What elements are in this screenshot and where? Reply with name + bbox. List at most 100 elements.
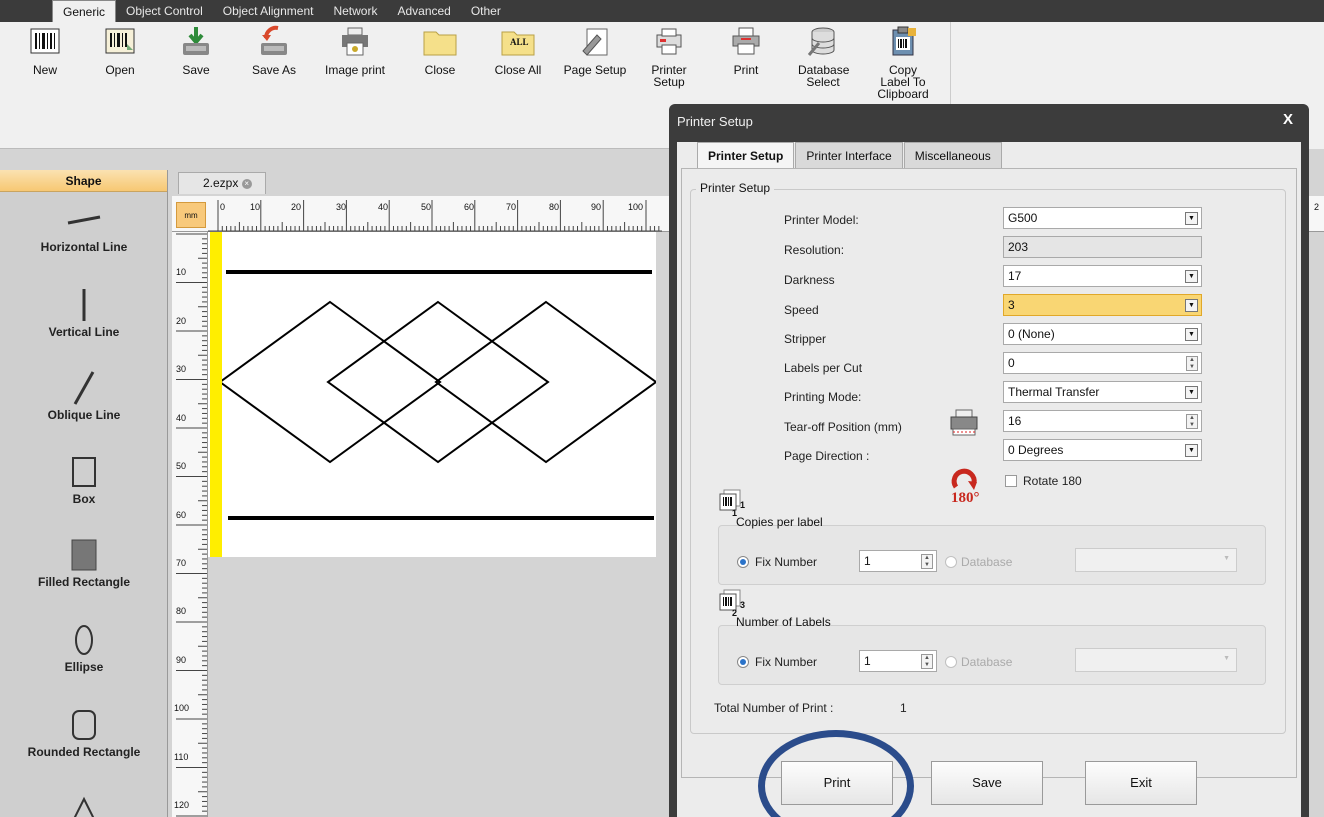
shape-box[interactable]: Box <box>0 452 167 506</box>
label-diamond-left <box>218 300 442 464</box>
copy-label-button[interactable]: Copy Label To Clipboard <box>868 24 938 100</box>
labels-per-cut-input[interactable]: 0 ▲ ▼ <box>1003 352 1202 374</box>
printer-setup-label: Printer Setup <box>651 63 687 89</box>
copies-group: Fix Number 1 ▲ ▼ Database ▼ <box>718 525 1266 585</box>
copy-label-label: Copy Label To Clipboard <box>877 63 929 101</box>
save-as-icon <box>257 24 291 58</box>
tab-printer-interface[interactable]: Printer Interface <box>795 142 903 168</box>
ruler-left-tick: 30 <box>176 364 187 374</box>
ruler-top-tick: 40 <box>378 202 389 212</box>
menu-tab-other[interactable]: Other <box>461 0 511 22</box>
menu-tab-object-alignment[interactable]: Object Alignment <box>213 0 324 22</box>
save-as-label: Save As <box>251 63 297 77</box>
ruler-top-edge-tick: 2 <box>1314 202 1320 212</box>
stripper-label: Stripper <box>784 332 827 346</box>
database-select-button[interactable]: Database Select <box>788 24 858 88</box>
printer-setup-button[interactable]: Printer Setup <box>634 24 704 88</box>
labels-group-title: Number of Labels <box>736 615 831 629</box>
label-canvas[interactable] <box>208 232 656 557</box>
shape-triangle[interactable] <box>0 790 167 817</box>
menu-tab-generic[interactable]: Generic <box>52 0 117 22</box>
shape-oblique-line[interactable]: Oblique Line <box>0 368 167 422</box>
stripper-value: 0 (None) <box>1008 327 1055 341</box>
copies-group-title: Copies per label <box>736 515 823 529</box>
ruler-left-tick: 20 <box>176 316 187 326</box>
tab-printer-setup[interactable]: Printer Setup <box>697 142 795 168</box>
tear-off-input[interactable]: 16 ▲ ▼ <box>1003 410 1202 432</box>
ruler-left-tick: 40 <box>176 413 187 423</box>
close-icon[interactable]: X <box>1283 111 1293 128</box>
close-button[interactable]: Close <box>405 24 475 76</box>
rotate-180-checkbox[interactable] <box>1005 475 1017 487</box>
ruler-top-tick: 80 <box>549 202 560 212</box>
shape-ellipse[interactable]: Ellipse <box>0 620 167 674</box>
chevron-down-icon[interactable]: ▼ <box>1185 212 1198 225</box>
chevron-down-icon[interactable]: ▼ <box>1185 299 1198 312</box>
chevron-down-icon[interactable]: ▼ <box>1185 270 1198 283</box>
page-direction-label: Page Direction : <box>784 449 870 463</box>
menu-tab-network[interactable]: Network <box>323 0 387 22</box>
ruler-top-tick: 30 <box>336 202 347 212</box>
close-tab-icon[interactable]: × <box>241 178 252 189</box>
menu-tab-object-control[interactable]: Object Control <box>116 0 213 22</box>
chevron-down-icon[interactable]: ▼ <box>1185 328 1198 341</box>
copies-database-select[interactable]: ▼ <box>1075 548 1237 572</box>
copies-fix-number-radio[interactable] <box>737 556 749 568</box>
total-print-value: 1 <box>900 701 907 715</box>
shape-rounded-rectangle[interactable]: Rounded Rectangle <box>0 705 167 759</box>
open-button[interactable]: Open <box>85 24 155 76</box>
horizontal-line-icon <box>0 200 167 240</box>
labels-fix-number-radio[interactable] <box>737 656 749 668</box>
tab-miscellaneous[interactable]: Miscellaneous <box>903 142 1002 168</box>
ruler-left-tick: 60 <box>176 510 187 520</box>
spinner-icon[interactable]: ▲ ▼ <box>921 654 933 669</box>
image-print-button[interactable]: Image print <box>320 24 390 76</box>
dialog-tabs: Printer Setup Printer Interface Miscella… <box>697 142 1003 168</box>
spinner-icon[interactable]: ▲ ▼ <box>921 554 933 569</box>
ruler-left: 10 20 30 40 50 60 70 80 90 100 110 120 <box>172 232 208 817</box>
labels-fix-number-input[interactable]: 1 ▲ ▼ <box>859 650 937 672</box>
printing-mode-select[interactable]: Thermal Transfer ▼ <box>1003 381 1202 403</box>
copies-database-radio[interactable] <box>945 556 957 568</box>
chevron-down-icon[interactable]: ▼ <box>1185 386 1198 399</box>
save-button[interactable]: Save <box>161 24 231 76</box>
print-toolbar-button[interactable]: Print <box>711 24 781 76</box>
spinner-icon[interactable]: ▲ ▼ <box>1186 414 1198 429</box>
shape-panel-title: Shape <box>0 170 167 192</box>
save-dialog-button[interactable]: Save <box>931 761 1043 805</box>
labels-database-select[interactable]: ▼ <box>1075 648 1237 672</box>
speed-label: Speed <box>784 303 819 317</box>
menu-bar: Generic Object Control Object Alignment … <box>0 0 1324 22</box>
darkness-select[interactable]: 17 ▼ <box>1003 265 1202 287</box>
new-button[interactable]: New <box>10 24 80 76</box>
shape-horizontal-line[interactable]: Horizontal Line <box>0 200 167 254</box>
save-as-button[interactable]: Save As <box>239 24 309 76</box>
image-printer-icon <box>338 24 372 58</box>
page-setup-button[interactable]: Page Setup <box>560 24 630 76</box>
page-direction-select[interactable]: 0 Degrees ▼ <box>1003 439 1202 461</box>
labels-fix-number-value: 1 <box>864 654 871 668</box>
unit-mm-box[interactable]: mm <box>176 202 206 228</box>
printer-model-select[interactable]: G500 ▼ <box>1003 207 1202 229</box>
copies-fix-number-input[interactable]: 1 ▲ ▼ <box>859 550 937 572</box>
stripper-select[interactable]: 0 (None) ▼ <box>1003 323 1202 345</box>
tear-off-value: 16 <box>1008 414 1022 428</box>
exit-button[interactable]: Exit <box>1085 761 1197 805</box>
document-tab[interactable]: 2.ezpx × <box>178 172 266 194</box>
ruler-top-tick: 90 <box>591 202 602 212</box>
close-all-button[interactable]: ALL Close All <box>483 24 553 76</box>
shape-filled-rectangle[interactable]: Filled Rectangle <box>0 535 167 589</box>
speed-select[interactable]: 3 ▼ <box>1003 294 1202 316</box>
spinner-icon[interactable]: ▲ ▼ <box>1186 356 1198 371</box>
filled-rectangle-icon <box>0 535 167 575</box>
darkness-label: Darkness <box>784 273 835 287</box>
rotate-180-label: Rotate 180 <box>1023 474 1082 488</box>
copies-database-label: Database <box>961 555 1013 569</box>
menu-tab-advanced[interactable]: Advanced <box>387 0 460 22</box>
shape-vertical-line[interactable]: Vertical Line <box>0 285 167 339</box>
dialog-title: Printer Setup <box>677 114 753 129</box>
chevron-down-icon[interactable]: ▼ <box>1185 444 1198 457</box>
ruler-top-tick: 20 <box>291 202 302 212</box>
labels-database-radio[interactable] <box>945 656 957 668</box>
printing-mode-label: Printing Mode: <box>784 390 862 404</box>
